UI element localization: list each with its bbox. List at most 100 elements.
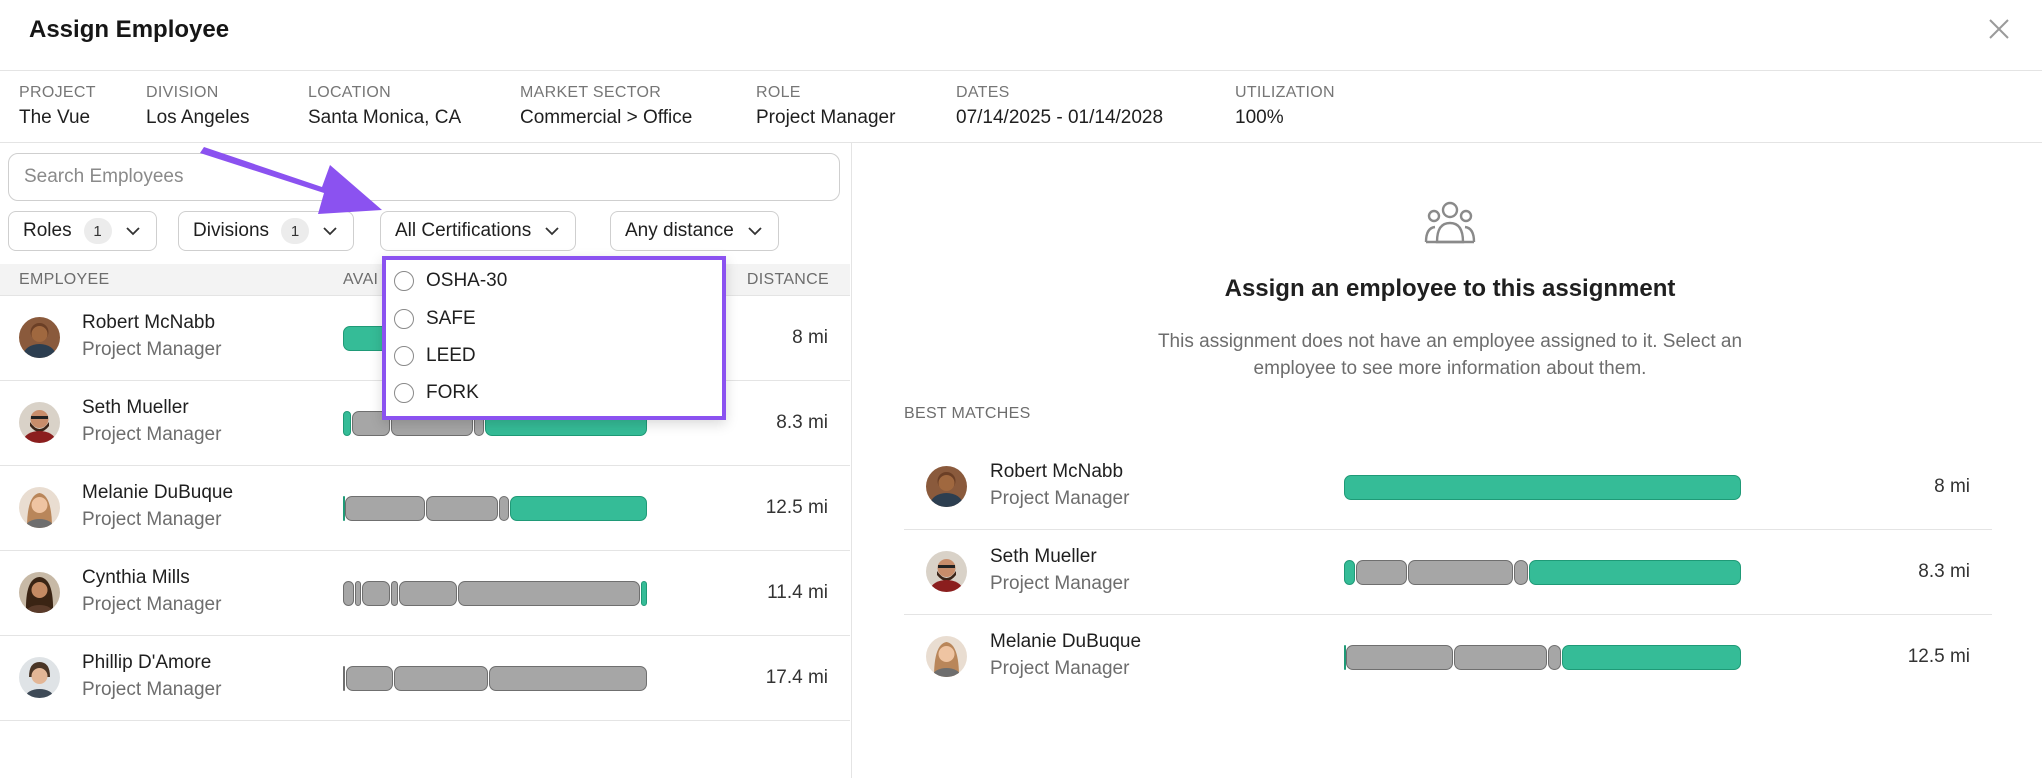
info-value: Project Manager (756, 107, 896, 128)
employee-distance: 17.4 mi (765, 667, 828, 688)
employee-name: Cynthia Mills (82, 567, 190, 588)
certification-option-osha-30[interactable]: OSHA-30 (394, 268, 507, 294)
empty-state-description: This assignment does not have an employe… (1157, 331, 1743, 379)
busy-segment (1454, 645, 1547, 670)
certifications-dropdown-menu: OSHA-30 SAFE LEED FORK (382, 256, 726, 420)
employee-role: Project Manager (990, 658, 1130, 679)
avatar (926, 551, 967, 592)
busy-segment (426, 496, 498, 521)
chevron-down-icon (125, 227, 140, 236)
certification-option-label: SAFE (426, 308, 476, 329)
distance-filter-label: Any distance (625, 220, 734, 241)
best-matches-label: BEST MATCHES (904, 405, 1031, 422)
available-segment (343, 411, 351, 436)
checkbox[interactable] (394, 383, 414, 403)
employee-role: Project Manager (990, 488, 1130, 509)
employee-role: Project Manager (82, 594, 222, 615)
column-header-distance: DISTANCE (746, 271, 829, 288)
employee-name: Robert McNabb (990, 461, 1124, 482)
availability-bar (1344, 560, 1741, 585)
modal-header: Assign Employee (0, 0, 2042, 71)
available-segment (1344, 560, 1355, 585)
busy-segment (394, 666, 488, 691)
avatar (19, 572, 60, 613)
certification-option-safe[interactable]: SAFE (394, 306, 476, 332)
busy-segment (391, 581, 398, 606)
employee-name: Melanie DuBuque (990, 631, 1142, 652)
empty-state-title: Assign an employee to this assignment (1224, 275, 1676, 302)
availability-bar (1344, 475, 1741, 500)
column-header-employee: EMPLOYEE (19, 271, 110, 288)
employee-distance: 8 mi (1934, 476, 1970, 497)
info-label: PROJECT (19, 84, 96, 101)
employee-distance: 11.4 mi (767, 582, 828, 603)
certification-option-leed[interactable]: LEED (394, 343, 476, 369)
employee-name: Seth Mueller (82, 397, 189, 418)
info-label: LOCATION (308, 84, 392, 101)
employee-role: Project Manager (82, 679, 222, 700)
avatar (19, 487, 60, 528)
info-label: ROLE (756, 84, 801, 101)
column-header-availability: AVAI (343, 271, 379, 288)
avatar (19, 657, 60, 698)
certifications-filter-label: All Certifications (395, 220, 532, 241)
info-value: Commercial > Office (520, 107, 693, 128)
busy-segment (1548, 645, 1561, 670)
available-segment (510, 496, 647, 521)
available-segment (1344, 475, 1741, 500)
info-project: PROJECT The Vue (19, 84, 96, 129)
busy-segment (362, 581, 390, 606)
busy-segment (343, 666, 345, 691)
people-group-icon (1424, 201, 1476, 244)
employee-name: Melanie DuBuque (82, 482, 234, 503)
availability-bar (343, 496, 647, 521)
busy-segment (346, 666, 393, 691)
employee-role: Project Manager (82, 509, 222, 530)
divisions-filter[interactable]: Divisions 1 (178, 211, 355, 251)
info-location: LOCATION Santa Monica, CA (308, 84, 461, 129)
checkbox[interactable] (394, 346, 414, 366)
certification-option-fork[interactable]: FORK (394, 380, 479, 406)
availability-bar (1344, 645, 1741, 670)
employee-list-panel: Roles 1 Divisions 1 All Certifications A… (0, 143, 850, 778)
table-row[interactable]: Cynthia Mills Project Manager 11.4 mi (0, 551, 850, 636)
available-segment (641, 581, 647, 606)
employee-role: Project Manager (82, 339, 222, 360)
certification-option-label: OSHA-30 (426, 270, 508, 291)
certification-option-label: LEED (426, 345, 476, 366)
busy-segment (345, 496, 425, 521)
info-value: The Vue (19, 107, 91, 128)
divisions-count-badge: 1 (281, 218, 310, 244)
busy-segment (489, 666, 647, 691)
chevron-down-icon (545, 227, 559, 236)
info-utilization: UTILIZATION 100% (1235, 84, 1335, 129)
avatar (19, 317, 60, 358)
busy-segment (1346, 645, 1453, 670)
distance-filter[interactable]: Any distance (610, 211, 779, 251)
busy-segment (1408, 560, 1513, 585)
best-match-row[interactable]: Melanie DuBuque Project Manager 12.5 mi (904, 615, 1992, 700)
table-row[interactable]: Melanie DuBuque Project Manager 12.5 mi (0, 466, 850, 551)
checkbox[interactable] (394, 271, 414, 291)
employee-distance: 8.3 mi (776, 412, 828, 433)
avatar (19, 402, 60, 443)
avatar (926, 466, 967, 507)
employee-name: Phillip D'Amore (82, 652, 212, 673)
availability-bar (343, 666, 647, 691)
close-icon[interactable] (1986, 16, 2012, 42)
info-value: 100% (1235, 107, 1284, 128)
certifications-filter[interactable]: All Certifications (380, 211, 577, 251)
table-row[interactable]: Phillip D'Amore Project Manager 17.4 mi (0, 636, 850, 721)
best-match-row[interactable]: Robert McNabb Project Manager 8 mi (904, 445, 1992, 530)
best-match-row[interactable]: Seth Mueller Project Manager 8.3 mi (904, 530, 1992, 615)
employee-distance: 12.5 mi (1907, 646, 1970, 667)
assignment-info: PROJECT The Vue DIVISION Los Angeles LOC… (0, 71, 2042, 143)
info-role: ROLE Project Manager (756, 84, 895, 129)
employee-name: Seth Mueller (990, 546, 1097, 567)
roles-filter[interactable]: Roles 1 (8, 211, 157, 251)
info-label: DIVISION (146, 84, 219, 101)
employee-distance: 8.3 mi (1918, 561, 1970, 582)
search-input[interactable] (8, 153, 840, 201)
checkbox[interactable] (394, 309, 414, 329)
employee-role: Project Manager (82, 424, 222, 445)
